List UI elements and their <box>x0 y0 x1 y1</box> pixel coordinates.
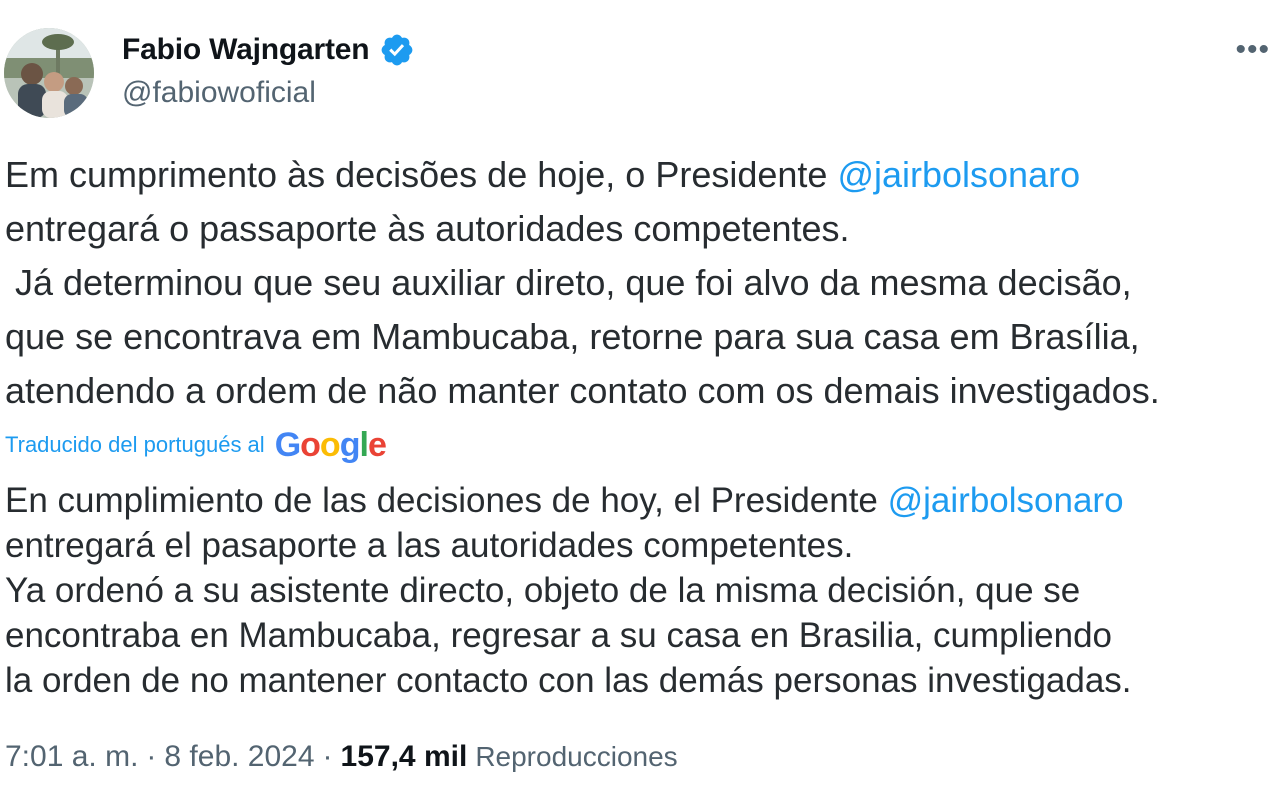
original-line-1: Em cumprimento às decisões de hoje, o Pr… <box>5 148 1275 202</box>
original-line-3: Já determinou que seu auxiliar direto, q… <box>5 262 1132 303</box>
google-letter: l <box>359 425 369 464</box>
mention-link[interactable]: @jairbolsonaro <box>888 481 1124 520</box>
mention-link[interactable]: @jairbolsonaro <box>837 154 1080 195</box>
translated-line-3: Ya ordenó a su asistente directo, objeto… <box>5 571 1081 610</box>
translation-label[interactable]: Traducido del portugués al <box>5 432 265 458</box>
translated-line-4: encontraba en Mambucaba, regresar a su c… <box>5 616 1113 655</box>
author-name-row: Fabio Wajngarten <box>122 30 415 70</box>
translated-line-5: la orden de no mantener contacto con las… <box>5 661 1132 700</box>
profile-photo-icon <box>4 28 94 118</box>
tweet-date[interactable]: 8 feb. 2024 <box>164 740 314 774</box>
translated-line-1-text: En cumplimiento de las decisiones de hoy… <box>5 481 888 520</box>
author-display-name[interactable]: Fabio Wajngarten <box>122 33 370 67</box>
meta-separator: · <box>322 740 333 773</box>
google-letter: e <box>367 425 387 464</box>
translated-line-1: En cumplimiento de las decisiones de hoy… <box>5 478 1275 523</box>
google-logo: Google <box>274 425 387 465</box>
author-handle[interactable]: @fabiowoficial <box>122 76 316 110</box>
verified-badge-icon <box>379 32 415 68</box>
original-line-5: atendendo a ordem de não manter contato … <box>5 370 1160 411</box>
tweet-time[interactable]: 7:01 a. m. <box>5 740 138 774</box>
google-letter: o <box>319 425 341 464</box>
avatar[interactable] <box>4 28 94 118</box>
original-line-4: que se encontrava em Mambucaba, retorne … <box>5 316 1140 357</box>
views-count: 157,4 mil <box>340 740 468 773</box>
tweet: Fabio Wajngarten @fabiowoficial ••• Em c… <box>0 0 1280 810</box>
tweet-meta: 7:01 a. m. · 8 feb. 2024 · 157,4 mil Rep… <box>5 740 678 774</box>
original-line-1-text: Em cumprimento às decisões de hoje, o Pr… <box>5 154 838 195</box>
tweet-original-text: Em cumprimento às decisões de hoje, o Pr… <box>5 148 1275 418</box>
translated-line-2: entregará el pasaporte a las autoridades… <box>5 526 854 565</box>
meta-separator: · <box>146 740 157 773</box>
more-options-icon[interactable]: ••• <box>1235 30 1270 70</box>
google-letter: G <box>274 425 301 464</box>
google-letter: o <box>300 425 321 464</box>
translation-notice: Traducido del portugués al Google <box>5 422 387 468</box>
google-letter: g <box>339 425 361 464</box>
views-label: Reproducciones <box>475 741 678 772</box>
original-line-2: entregará o passaporte às autoridades co… <box>5 208 850 249</box>
tweet-translated-text: En cumplimiento de las decisiones de hoy… <box>5 478 1275 703</box>
